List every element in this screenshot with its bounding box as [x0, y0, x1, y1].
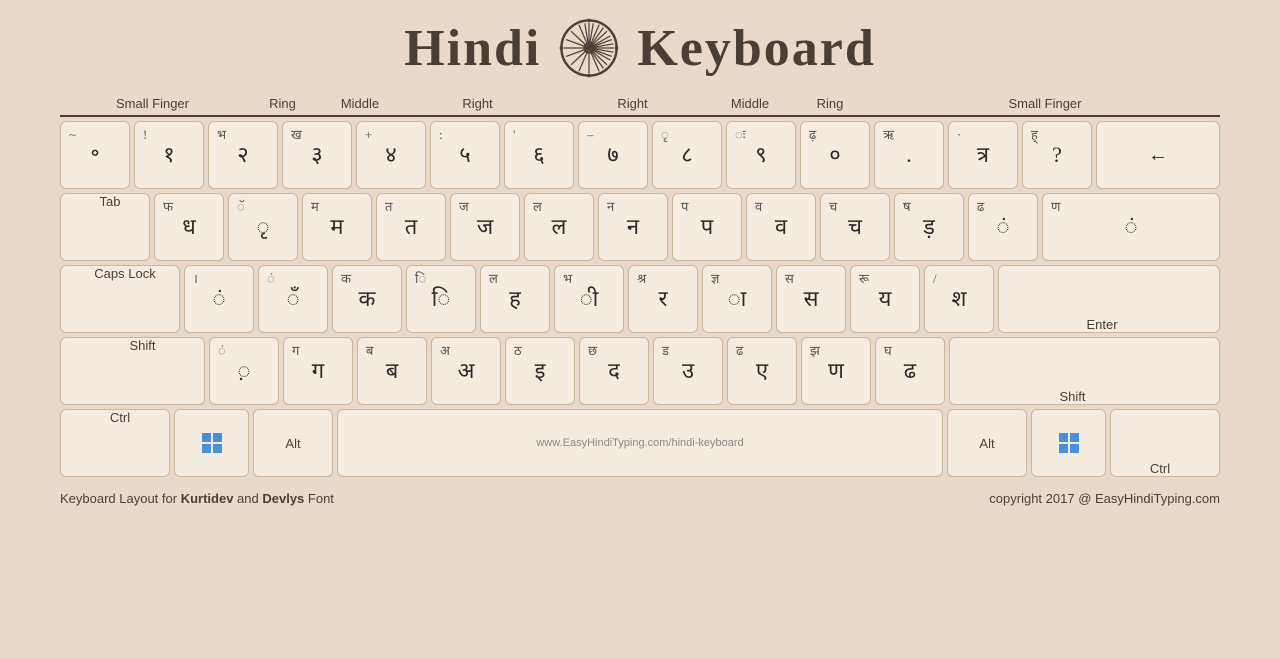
key-r[interactable]: तत: [376, 193, 446, 261]
finger-labels: Small Finger Ring Middle Right Right Mid…: [60, 96, 1220, 117]
finger-right-index: Right: [400, 96, 555, 111]
key-equals[interactable]: ·त्र: [948, 121, 1018, 189]
key-spacebar[interactable]: www.EasyHindiTyping.com/hindi-keyboard: [337, 409, 943, 477]
key-5[interactable]: :५: [430, 121, 500, 189]
key-quote[interactable]: /श: [924, 265, 994, 333]
key-bracket[interactable]: ह्?: [1022, 121, 1092, 189]
key-z[interactable]: ं़: [209, 337, 279, 405]
key-slash[interactable]: घढ: [875, 337, 945, 405]
title-part2: Keyboard: [637, 19, 875, 78]
key-ctrl-right[interactable]: Ctrl: [1110, 409, 1220, 477]
key-9[interactable]: ः९: [726, 121, 796, 189]
key-d[interactable]: कक: [332, 265, 402, 333]
key-win-right[interactable]: [1031, 409, 1106, 477]
key-e[interactable]: मम: [302, 193, 372, 261]
key-l[interactable]: सस: [776, 265, 846, 333]
key-6[interactable]: '६: [504, 121, 574, 189]
finger-ring-r: Ring: [790, 96, 870, 111]
row-qwerty: Tab फध ॅृ मम तत जज लल नन पप वव चच षड़ ढं…: [60, 193, 1220, 261]
key-alt-right[interactable]: Alt: [947, 409, 1027, 477]
key-period[interactable]: झण: [801, 337, 871, 405]
key-1[interactable]: !१: [134, 121, 204, 189]
finger-small-finger-l: Small Finger: [60, 96, 245, 111]
row-home: Caps Lock ।ं ंँ कक िि लह भी श्रर ज्ञा सस…: [60, 265, 1220, 333]
key-c[interactable]: बब: [357, 337, 427, 405]
chakra-icon: [559, 18, 619, 78]
font-name-2: Devlys: [262, 491, 304, 506]
key-backtick[interactable]: ~॰: [60, 121, 130, 189]
font-name-1: Kurtidev: [181, 491, 234, 506]
key-open-bracket[interactable]: षड़: [894, 193, 964, 261]
key-capslock[interactable]: Caps Lock: [60, 265, 180, 333]
key-y[interactable]: लल: [524, 193, 594, 261]
key-h[interactable]: भी: [554, 265, 624, 333]
key-win-left[interactable]: [174, 409, 249, 477]
keyboard-area: Small Finger Ring Middle Right Right Mid…: [60, 96, 1220, 481]
key-close-bracket[interactable]: ढं: [968, 193, 1038, 261]
row-number: ~॰ !१ भ२ ख३ +४ :५ '६ –७ ृ८ ः९ ढ़० ऋ. ·त्…: [60, 121, 1220, 189]
key-q[interactable]: फध: [154, 193, 224, 261]
key-j[interactable]: श्रर: [628, 265, 698, 333]
title-part1: Hindi: [404, 19, 541, 78]
finger-middle-l: Middle: [320, 96, 400, 111]
key-n[interactable]: छद: [579, 337, 649, 405]
key-a[interactable]: ।ं: [184, 265, 254, 333]
key-m[interactable]: डउ: [653, 337, 723, 405]
footer: Keyboard Layout for Kurtidev and Devlys …: [60, 491, 1220, 506]
key-shift-left[interactable]: Shift: [60, 337, 205, 405]
finger-ring-l: Ring: [245, 96, 320, 111]
footer-right: copyright 2017 @ EasyHindiTyping.com: [989, 491, 1220, 506]
footer-left: Keyboard Layout for Kurtidev and Devlys …: [60, 491, 334, 506]
finger-small-finger-r: Small Finger: [870, 96, 1220, 111]
key-b[interactable]: ठइ: [505, 337, 575, 405]
key-ctrl-left[interactable]: Ctrl: [60, 409, 170, 477]
key-p[interactable]: चच: [820, 193, 890, 261]
key-s[interactable]: ंँ: [258, 265, 328, 333]
key-enter[interactable]: Enter: [998, 265, 1220, 333]
key-2[interactable]: भ२: [208, 121, 278, 189]
key-x[interactable]: गग: [283, 337, 353, 405]
key-3[interactable]: ख३: [282, 121, 352, 189]
windows-logo-left: [200, 431, 224, 455]
finger-right-index2: Right: [555, 96, 710, 111]
key-4[interactable]: +४: [356, 121, 426, 189]
key-o[interactable]: वव: [746, 193, 816, 261]
key-backslash[interactable]: णं: [1042, 193, 1220, 261]
row-bottom: Ctrl Alt www.EasyHindiTyping.com/hindi-k…: [60, 409, 1220, 477]
row-shift: Shift ं़ गग बब अअ ठइ छद डउ ढए झण घढ Shif…: [60, 337, 1220, 405]
key-alt-left[interactable]: Alt: [253, 409, 333, 477]
key-7[interactable]: –७: [578, 121, 648, 189]
key-minus[interactable]: ऋ.: [874, 121, 944, 189]
windows-logo-right: [1057, 431, 1081, 455]
key-semicolon[interactable]: रूय: [850, 265, 920, 333]
finger-middle-r: Middle: [710, 96, 790, 111]
title-area: Hindi: [404, 18, 876, 78]
key-v[interactable]: अअ: [431, 337, 501, 405]
key-backspace[interactable]: ←: [1096, 121, 1220, 189]
key-comma[interactable]: ढए: [727, 337, 797, 405]
key-u[interactable]: नन: [598, 193, 668, 261]
key-g[interactable]: लह: [480, 265, 550, 333]
key-i[interactable]: पप: [672, 193, 742, 261]
key-f[interactable]: िि: [406, 265, 476, 333]
key-w[interactable]: ॅृ: [228, 193, 298, 261]
key-0[interactable]: ढ़०: [800, 121, 870, 189]
key-8[interactable]: ृ८: [652, 121, 722, 189]
key-k[interactable]: ज्ञा: [702, 265, 772, 333]
key-tab[interactable]: Tab: [60, 193, 150, 261]
key-t[interactable]: जज: [450, 193, 520, 261]
key-shift-right[interactable]: Shift: [949, 337, 1220, 405]
